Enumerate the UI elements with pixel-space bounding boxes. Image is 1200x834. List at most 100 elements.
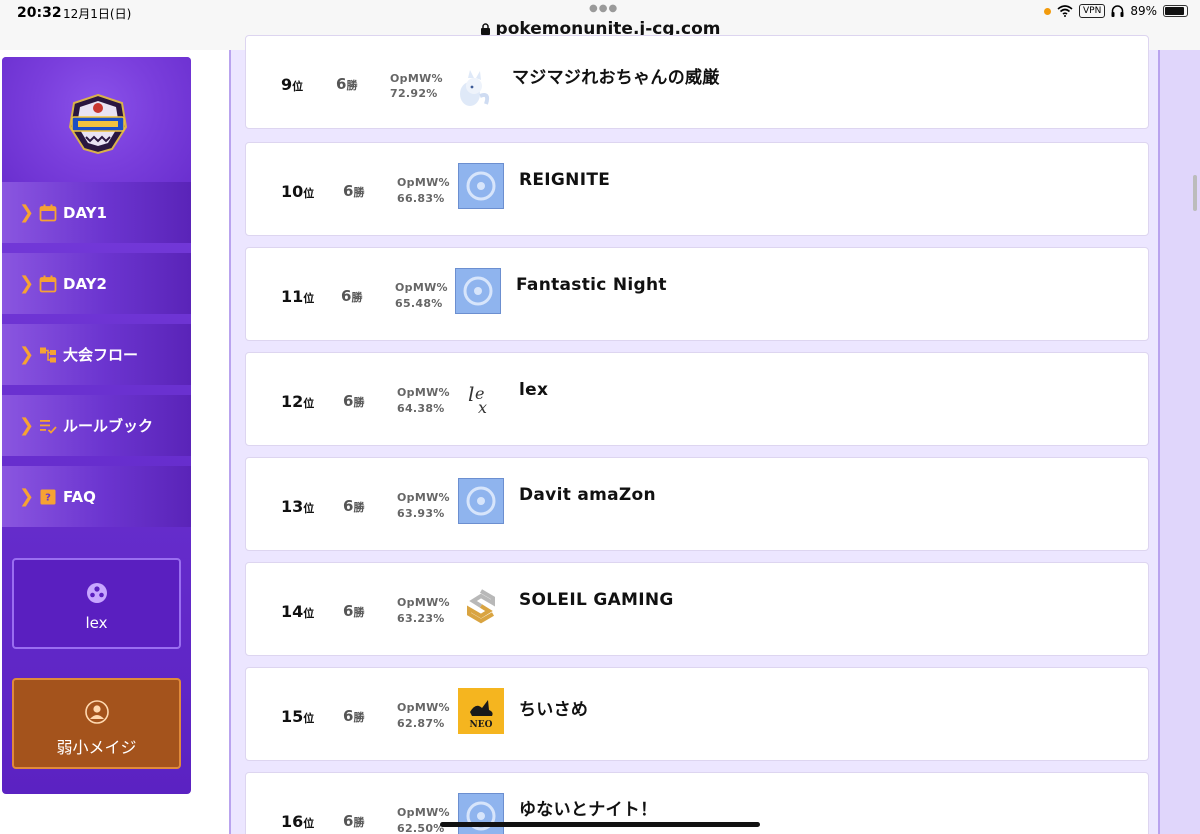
user-account-label: 弱小メイジ bbox=[56, 738, 137, 757]
rank-number: 9位 bbox=[281, 75, 304, 94]
rank-number: 11位 bbox=[281, 287, 315, 306]
win-count: 6勝 bbox=[343, 392, 365, 410]
team-logo-default bbox=[458, 478, 504, 524]
team-name[interactable]: lex bbox=[519, 380, 548, 400]
nav-rulebook[interactable]: ❯ ルールブック bbox=[2, 395, 191, 456]
team-logo-alolan-vulpix bbox=[456, 66, 502, 112]
win-count: 6勝 bbox=[343, 812, 365, 830]
battery-percent: 89% bbox=[1130, 4, 1157, 18]
nav-day2[interactable]: ❯ DAY2 bbox=[2, 253, 191, 314]
my-team-label: lex bbox=[85, 614, 108, 632]
ranking-row[interactable]: 10位 6勝 OpMW% 66.83% REIGNITE bbox=[245, 142, 1149, 236]
battery-fill bbox=[1165, 7, 1184, 15]
team-icon bbox=[86, 583, 107, 603]
win-count: 6勝 bbox=[343, 602, 365, 620]
opmw-label: OpMW% bbox=[397, 806, 450, 819]
user-icon bbox=[84, 700, 109, 724]
opmw-value: 66.83% bbox=[397, 192, 445, 205]
team-logo-default bbox=[458, 163, 504, 209]
team-logo-default bbox=[458, 793, 504, 834]
svg-text:x: x bbox=[478, 398, 487, 417]
rulebook-icon bbox=[40, 419, 57, 434]
wifi-icon bbox=[1057, 5, 1073, 17]
svg-text:?: ? bbox=[45, 492, 51, 503]
calendar-icon bbox=[39, 204, 57, 221]
tournament-logo[interactable] bbox=[64, 93, 132, 155]
team-name[interactable]: Fantastic Night bbox=[516, 275, 667, 295]
sidebar: ❯ DAY1 ❯ DAY2 ❯ 大会フロー ❯ ルールブック ❯ ? FAQ l… bbox=[2, 57, 191, 794]
rank-number: 12位 bbox=[281, 392, 315, 411]
rank-number: 14位 bbox=[281, 602, 315, 621]
calendar-icon bbox=[39, 275, 57, 292]
rank-number: 16位 bbox=[281, 812, 315, 831]
rank-number: 10位 bbox=[281, 182, 315, 201]
chevron-right-icon: ❯ bbox=[19, 344, 35, 365]
win-count: 6勝 bbox=[343, 182, 365, 200]
mic-indicator-icon bbox=[1044, 7, 1051, 15]
team-name[interactable]: ちいさめ bbox=[519, 695, 588, 720]
scrollbar[interactable] bbox=[1193, 175, 1197, 211]
team-name[interactable]: マジマジれおちゃんの威厳 bbox=[512, 63, 720, 88]
opmw-value: 62.87% bbox=[397, 717, 445, 730]
page-gutter bbox=[191, 50, 229, 834]
vpn-badge: VPN bbox=[1079, 4, 1106, 18]
nav-faq[interactable]: ❯ ? FAQ bbox=[2, 466, 191, 527]
lock-icon bbox=[480, 23, 490, 35]
nav-rulebook-label: ルールブック bbox=[63, 417, 154, 435]
ranking-row[interactable]: 9位 6勝 OpMW% 72.92% マジマジれおちゃんの威厳 bbox=[245, 35, 1149, 129]
my-team-button[interactable]: lex bbox=[12, 558, 181, 649]
opmw-value: 62.50% bbox=[397, 822, 445, 834]
chevron-right-icon: ❯ bbox=[19, 486, 35, 507]
opmw-label: OpMW% bbox=[397, 701, 450, 714]
logo-area bbox=[2, 57, 191, 182]
opmw-label: OpMW% bbox=[397, 596, 450, 609]
opmw-label: OpMW% bbox=[390, 72, 443, 85]
ranking-row[interactable]: 11位 6勝 OpMW% 65.48% Fantastic Night bbox=[245, 247, 1149, 341]
team-logo-default bbox=[455, 268, 501, 314]
win-count: 6勝 bbox=[343, 497, 365, 515]
rankings-panel: 9位 6勝 OpMW% 72.92% マジマジれおちゃんの威厳 10位 6勝 O… bbox=[229, 35, 1160, 834]
nav-tournament-flow[interactable]: ❯ 大会フロー bbox=[2, 324, 191, 385]
team-logo-lex: l e x bbox=[458, 373, 504, 419]
nav-faq-label: FAQ bbox=[63, 487, 96, 506]
chevron-right-icon: ❯ bbox=[19, 273, 35, 294]
win-count: 6勝 bbox=[336, 75, 358, 93]
team-name[interactable]: Davit amaZon bbox=[519, 485, 656, 505]
svg-text:l: l bbox=[468, 382, 474, 406]
nav-day1[interactable]: ❯ DAY1 bbox=[2, 182, 191, 243]
ranking-row[interactable]: 12位 6勝 OpMW% 64.38% l e x lex bbox=[245, 352, 1149, 446]
rank-number: 15位 bbox=[281, 707, 315, 726]
ranking-row[interactable]: 13位 6勝 OpMW% 63.93% Davit amaZon bbox=[245, 457, 1149, 551]
opmw-value: 65.48% bbox=[395, 297, 443, 310]
ranking-row[interactable]: 14位 6勝 OpMW% 63.23% SOLEIL GAMING bbox=[245, 562, 1149, 656]
svg-text:NEO: NEO bbox=[470, 720, 493, 730]
opmw-value: 64.38% bbox=[397, 402, 445, 415]
page-gutter bbox=[1160, 50, 1200, 834]
nav-tournament-flow-label: 大会フロー bbox=[63, 346, 139, 364]
headphones-icon bbox=[1111, 5, 1124, 17]
user-account-button[interactable]: 弱小メイジ bbox=[12, 678, 181, 769]
flow-icon bbox=[40, 347, 56, 362]
opmw-label: OpMW% bbox=[397, 491, 450, 504]
battery-icon bbox=[1163, 5, 1188, 17]
opmw-value: 72.92% bbox=[390, 87, 438, 100]
team-name[interactable]: ゆないとナイト！ bbox=[519, 795, 657, 820]
multitasking-dots-icon[interactable]: ●●● bbox=[589, 3, 618, 14]
nav-day1-label: DAY1 bbox=[63, 203, 107, 222]
rank-number: 13位 bbox=[281, 497, 315, 516]
home-indicator[interactable] bbox=[440, 822, 760, 827]
team-logo-soleil bbox=[458, 583, 504, 629]
ranking-row[interactable]: 15位 6勝 OpMW% 62.87% NEO ちいさめ bbox=[245, 667, 1149, 761]
team-name[interactable]: SOLEIL GAMING bbox=[519, 590, 674, 610]
opmw-value: 63.93% bbox=[397, 507, 445, 520]
opmw-value: 63.23% bbox=[397, 612, 445, 625]
opmw-label: OpMW% bbox=[397, 386, 450, 399]
opmw-label: OpMW% bbox=[395, 281, 448, 294]
status-indicators: VPN 89% bbox=[1044, 4, 1188, 18]
opmw-label: OpMW% bbox=[397, 176, 450, 189]
chevron-right-icon: ❯ bbox=[19, 415, 35, 436]
faq-icon: ? bbox=[40, 489, 56, 504]
win-count: 6勝 bbox=[343, 707, 365, 725]
team-name[interactable]: REIGNITE bbox=[519, 170, 610, 190]
team-logo-neo: NEO bbox=[458, 688, 504, 734]
